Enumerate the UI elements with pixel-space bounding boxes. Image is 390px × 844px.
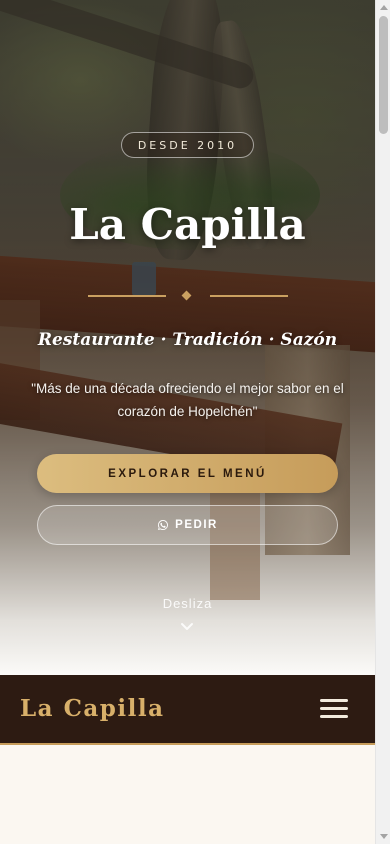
menu-bar <box>320 715 348 718</box>
divider-line-left <box>88 295 166 297</box>
hamburger-menu-icon[interactable] <box>320 697 350 721</box>
explore-menu-button[interactable]: EXPLORAR EL MENÚ <box>37 454 338 493</box>
whatsapp-icon <box>158 520 169 530</box>
title-divider-ornament <box>88 290 288 302</box>
divider-diamond-icon <box>181 290 192 301</box>
order-button-label: PEDIR <box>175 519 218 531</box>
scroll-hint-label: Desliza <box>162 596 213 611</box>
hero-title: La Capilla <box>69 200 306 249</box>
scroll-down-arrow-icon[interactable] <box>380 834 388 839</box>
brand-logo-text[interactable]: La Capilla <box>20 695 165 722</box>
since-badge: DESDE 2010 <box>121 132 254 158</box>
menu-bar <box>320 707 348 710</box>
scrollbar-thumb[interactable] <box>379 16 388 134</box>
chevron-down-icon[interactable] <box>180 622 194 632</box>
hero-section: DESDE 2010 La Capilla Restaurante · Trad… <box>0 0 375 675</box>
explore-menu-button-label: EXPLORAR EL MENÚ <box>108 467 267 480</box>
scroll-up-arrow-icon[interactable] <box>380 5 388 10</box>
page-content-area <box>0 747 375 844</box>
navbar: La Capilla <box>0 675 375 745</box>
vertical-scrollbar[interactable] <box>375 0 390 844</box>
hero-quote: "Más de una década ofreciendo el mejor s… <box>31 381 344 419</box>
divider-line-right <box>210 295 288 297</box>
menu-bar <box>320 699 348 702</box>
hero-tagline: Restaurante · Tradición · Sazón <box>37 330 338 350</box>
order-button[interactable]: PEDIR <box>37 505 338 545</box>
page: DESDE 2010 La Capilla Restaurante · Trad… <box>0 0 375 844</box>
